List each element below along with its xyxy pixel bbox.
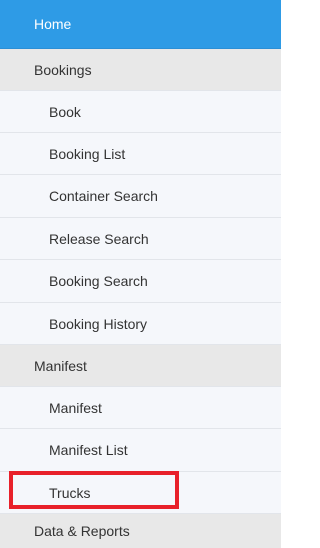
menu-section-label: Data & Reports [34,523,130,539]
menu-section-bookings[interactable]: Bookings [0,49,281,91]
menu-item-label: Booking List [49,145,126,162]
menu-item-label: Manifest List [49,442,128,458]
menu-item-manifest-list[interactable]: Manifest List [0,429,281,472]
menu-item-label: Container Search [49,188,158,204]
menu-section-label: Manifest [34,357,87,374]
menu-item-booking-history[interactable]: Booking History [0,303,281,345]
menu-item-book[interactable]: Book [0,91,281,133]
menu-section-manifest[interactable]: Manifest [0,345,281,387]
menu-section-data-reports[interactable]: Data & Reports [0,514,281,548]
menu-item-label: Manifest [49,399,102,416]
sidebar-menu: Home Bookings Book Booking List Containe… [0,0,281,548]
menu-item-manifest[interactable]: Manifest [0,387,281,429]
menu-item-label: Trucks [49,484,91,501]
menu-item-container-search[interactable]: Container Search [0,175,281,218]
menu-item-booking-list[interactable]: Booking List [0,133,281,175]
menu-item-label: Home [34,16,72,32]
menu-item-booking-search[interactable]: Booking Search [0,260,281,303]
menu-item-label: Booking Search [49,273,148,289]
menu-item-trucks[interactable]: Trucks [0,472,281,514]
menu-item-label: Booking History [49,315,148,332]
menu-item-label: Book [49,103,81,120]
menu-item-release-search[interactable]: Release Search [0,218,281,260]
menu-item-label: Release Search [49,230,149,247]
menu-item-home[interactable]: Home [0,0,281,49]
menu-section-label: Bookings [34,61,92,78]
